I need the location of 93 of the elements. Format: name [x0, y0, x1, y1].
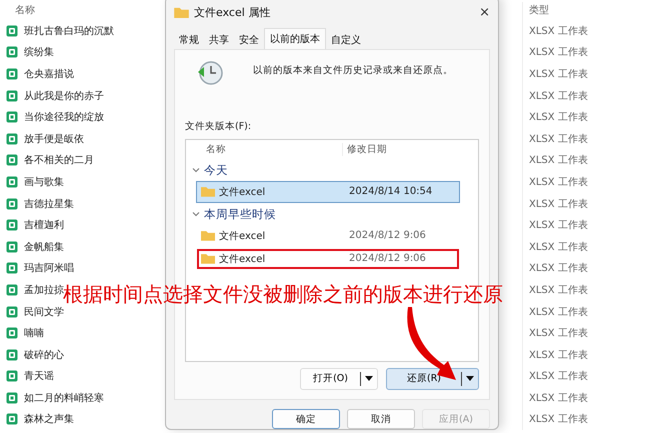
file-type: XLSX 工作表 [529, 90, 588, 103]
file-name[interactable]: 青天谣 [24, 369, 54, 384]
file-name[interactable]: 孟加拉掠 [24, 282, 64, 297]
file-type: XLSX 工作表 [529, 240, 588, 254]
dialog-button[interactable]: 取消 [347, 409, 415, 429]
spreadsheet-icon [6, 370, 18, 382]
column-header[interactable]: 名称 [206, 143, 343, 156]
dropdown-arrow-icon[interactable] [364, 376, 373, 382]
column-header[interactable]: 修改日期 [347, 143, 387, 156]
spreadsheet-icon [6, 262, 18, 274]
window-title: 文件excel 属性 [194, 5, 272, 20]
file-type: XLSX 工作表 [529, 218, 588, 232]
annotation-text: 根据时间点选择文件没被删除之前的版本进行还原 [63, 281, 503, 307]
file-name[interactable]: 缤纷集 [24, 45, 54, 60]
spreadsheet-icon [6, 46, 18, 58]
spreadsheet-icon [6, 348, 18, 361]
file-type: XLSX 工作表 [529, 154, 588, 168]
folder-icon [174, 7, 189, 18]
file-name[interactable]: 仓央嘉措说 [24, 66, 74, 81]
folder-icon [201, 230, 215, 242]
file-type: XLSX 工作表 [529, 132, 588, 146]
tab[interactable]: 常规 [174, 30, 204, 49]
tab[interactable]: 自定义 [326, 30, 366, 49]
spreadsheet-icon [6, 219, 18, 232]
file-name[interactable]: 破碎的心 [24, 348, 64, 362]
close-button[interactable]: × [479, 5, 490, 20]
file-type: XLSX 工作表 [529, 198, 588, 211]
spreadsheet-icon [6, 90, 18, 102]
spreadsheet-icon [6, 327, 18, 340]
file-name[interactable]: 班扎古鲁白玛的沉默 [24, 24, 114, 38]
spreadsheet-icon [6, 306, 18, 318]
version-name: 文件excel [219, 230, 266, 243]
group-label: 本周早些时候 [204, 206, 276, 222]
chevron-icon[interactable] [192, 166, 200, 174]
version-name: 文件excel [219, 186, 266, 199]
version-row[interactable]: 文件excel 2024/8/14 10:54 [196, 180, 460, 203]
file-type: XLSX 工作表 [529, 284, 588, 297]
spreadsheet-icon [6, 392, 18, 404]
list-label: 文件夹版本(F): [185, 120, 252, 133]
spreadsheet-icon [6, 68, 18, 80]
file-type: XLSX 工作表 [529, 392, 588, 405]
dropdown-arrow-icon[interactable] [466, 376, 474, 382]
spreadsheet-icon [6, 111, 18, 124]
spreadsheet-icon [6, 24, 18, 37]
description-text: 以前的版本来自文件历史记录或来自还原点。 [253, 64, 453, 77]
version-name: 文件excel [219, 252, 266, 266]
version-date: 2024/8/14 10:54 [349, 186, 432, 198]
file-type: XLSX 工作表 [529, 326, 588, 340]
spreadsheet-icon [6, 132, 18, 145]
file-name[interactable]: 放手便是皈依 [24, 132, 84, 146]
spreadsheet-icon [6, 240, 18, 253]
dialog-button[interactable]: 确定 [272, 409, 340, 429]
tab[interactable]: 共享 [204, 30, 234, 49]
file-type: XLSX 工作表 [529, 46, 588, 60]
file-type: XLSX 工作表 [529, 24, 588, 38]
file-name[interactable]: 各不相关的二月 [24, 153, 94, 168]
version-date: 2024/8/12 9:06 [349, 230, 426, 242]
column-header[interactable]: 名称 [6, 2, 166, 20]
tab[interactable]: 安全 [234, 30, 264, 49]
file-name[interactable]: 画与歌集 [24, 174, 64, 189]
file-name[interactable]: 玛吉阿米唱 [24, 261, 74, 276]
spreadsheet-icon [6, 198, 18, 210]
version-row[interactable]: 文件excel 2024/8/12 9:06 [196, 248, 460, 270]
file-type: XLSX 工作表 [529, 306, 588, 319]
file-name[interactable]: 如二月的料峭轻寒 [24, 390, 104, 405]
spreadsheet-icon [6, 284, 18, 296]
file-name[interactable]: 吉檀迦利 [24, 218, 64, 232]
file-name[interactable]: 当你途径我的绽放 [24, 110, 104, 124]
file-type: XLSX 工作表 [529, 370, 588, 384]
file-name[interactable]: 金帆船集 [24, 240, 64, 254]
tab[interactable]: 以前的版本 [264, 28, 326, 49]
file-type: XLSX 工作表 [529, 348, 588, 362]
file-type: XLSX 工作表 [529, 68, 588, 81]
group-label: 今天 [204, 162, 228, 178]
spreadsheet-icon [6, 413, 18, 426]
folder-icon [201, 186, 215, 198]
file-type: XLSX 工作表 [529, 110, 588, 124]
file-type: XLSX 工作表 [529, 262, 588, 276]
folder-icon [201, 253, 215, 264]
file-name[interactable]: 从此我是你的赤子 [24, 88, 104, 103]
version-row[interactable]: 文件excel 2024/8/12 9:06 [196, 224, 460, 247]
file-name[interactable]: 森林之声集 [24, 412, 74, 426]
spreadsheet-icon [6, 176, 18, 188]
file-name[interactable]: 民间文学 [24, 304, 64, 319]
clock-icon [197, 60, 223, 86]
file-type: XLSX 工作表 [529, 412, 588, 426]
file-name[interactable]: 喃喃 [24, 326, 44, 340]
file-name[interactable]: 吉德拉星集 [24, 196, 74, 211]
column-header[interactable]: 类型 [529, 2, 588, 20]
spreadsheet-icon [6, 154, 18, 166]
chevron-icon[interactable] [192, 210, 200, 218]
file-type: XLSX 工作表 [529, 176, 588, 189]
version-date: 2024/8/12 9:06 [349, 253, 426, 264]
